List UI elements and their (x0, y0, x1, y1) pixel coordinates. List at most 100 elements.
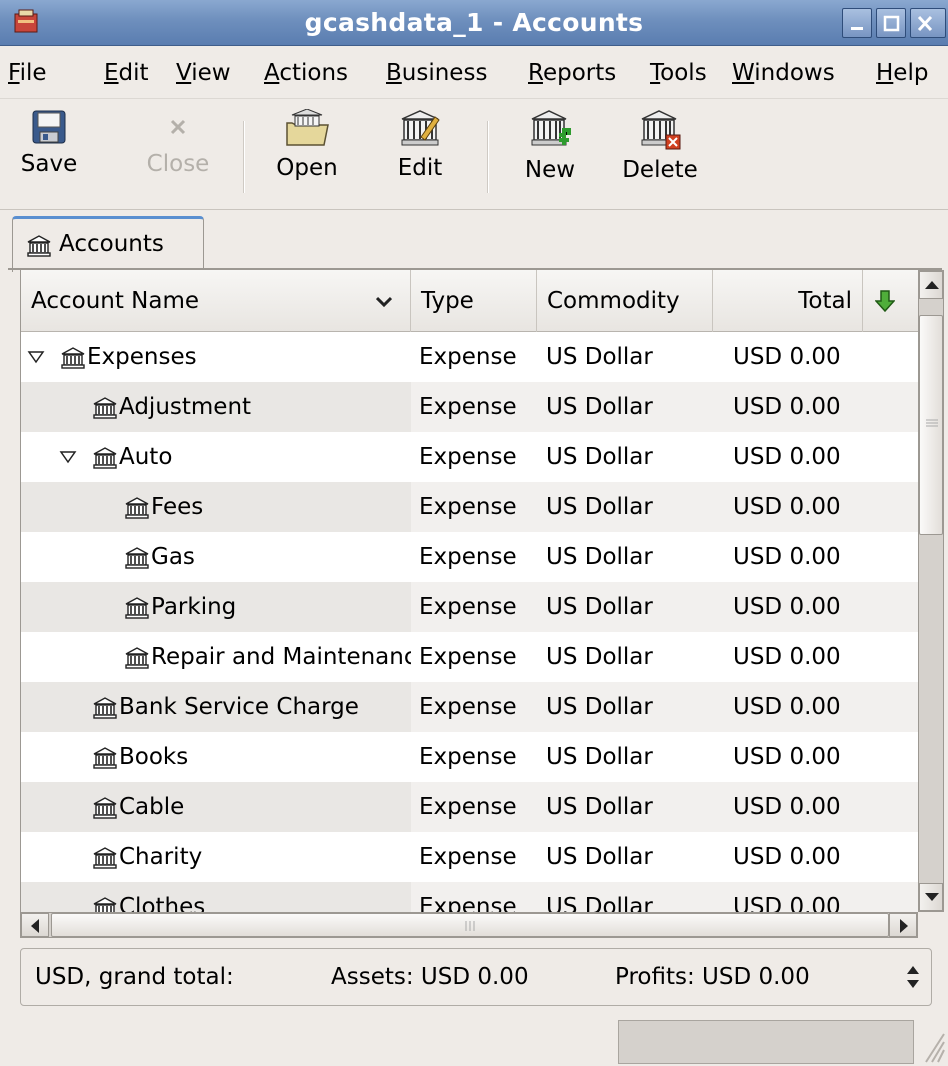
account-name-cell: Repair and Maintenance (21, 632, 411, 682)
vertical-scroll-thumb[interactable] (919, 315, 943, 535)
menu-label-rest: ile (19, 60, 47, 86)
account-commodity: US Dollar (546, 594, 653, 620)
summary-bar[interactable]: USD, grand total: Assets: USD 0.00 Profi… (20, 948, 932, 1006)
minimize-button[interactable] (842, 8, 872, 38)
menu-label-rest: indows (754, 60, 835, 86)
account-icon (93, 747, 117, 769)
table-row[interactable]: Clothes Expense US Dollar USD 0.00 (21, 882, 918, 912)
column-header-total[interactable]: Total (713, 270, 863, 332)
account-commodity: US Dollar (546, 444, 653, 470)
horizontal-scrollbar[interactable] (20, 912, 918, 938)
table-row[interactable]: Bank Service Charge Expense US Dollar USD 0… (21, 682, 918, 732)
menu-view[interactable]: View (176, 60, 231, 86)
account-total: USD 0.00 (733, 644, 841, 670)
menu-label-rest: ools (660, 60, 707, 86)
close-button[interactable]: Close (140, 109, 216, 205)
account-name-cell: Fees (21, 482, 411, 532)
account-details-cell: Expense US Dollar USD 0.00 (411, 732, 918, 782)
table-row[interactable]: Gas Expense US Dollar USD 0.00 (21, 532, 918, 582)
tab-accounts-label: Accounts (59, 231, 164, 257)
menu-help[interactable]: Help (876, 60, 928, 86)
menu-windows[interactable]: Windows (732, 60, 835, 86)
column-commodity-label: Commodity (547, 288, 680, 314)
account-tree[interactable]: Account Name Type Commodity Total Expens… (20, 270, 918, 912)
menu-label-rest: iew (191, 60, 231, 86)
spin-updown-icon[interactable] (905, 963, 921, 991)
column-header-commodity[interactable]: Commodity (537, 270, 713, 332)
account-type: Expense (419, 544, 517, 570)
tab-accounts[interactable]: Accounts (12, 216, 204, 272)
account-type: Expense (419, 444, 517, 470)
grip-icon (926, 419, 938, 427)
account-details-cell: Expense US Dollar USD 0.00 (411, 832, 918, 882)
account-details-cell: Expense US Dollar USD 0.00 (411, 532, 918, 582)
account-total: USD 0.00 (733, 594, 841, 620)
account-icon (125, 597, 149, 619)
account-name: Clothes (119, 894, 206, 912)
account-icon (93, 897, 117, 912)
edit-button[interactable]: Edit (380, 109, 460, 205)
grip-icon (465, 921, 475, 931)
menu-mnemonic: F (8, 60, 20, 86)
menu-mnemonic: W (732, 60, 755, 86)
open-button[interactable]: Open (262, 109, 352, 205)
save-button[interactable]: Save (14, 109, 84, 205)
expander-triangle-icon[interactable] (27, 350, 45, 364)
scroll-up-button[interactable] (919, 271, 943, 299)
menu-edit[interactable]: Edit (104, 60, 149, 86)
table-row[interactable]: Repair and Maintenance Expense US Dollar US… (21, 632, 918, 682)
account-name-cell: Expenses (21, 332, 411, 382)
open-account-icon (286, 109, 329, 146)
menu-tools[interactable]: Tools (650, 60, 707, 86)
maximize-button[interactable] (876, 8, 906, 38)
vertical-scrollbar[interactable] (918, 270, 944, 912)
scroll-down-button[interactable] (919, 883, 943, 911)
table-row[interactable]: Parking Expense US Dollar USD 0.00 (21, 582, 918, 632)
edit-label: Edit (397, 155, 443, 181)
account-name-cell: Cable (21, 782, 411, 832)
table-row[interactable]: Adjustment Expense US Dollar USD 0.00 (21, 382, 918, 432)
menu-actions[interactable]: Actions (264, 60, 348, 86)
account-name: Cable (119, 794, 185, 820)
toolbar-separator (487, 121, 489, 193)
table-row[interactable]: Auto Expense US Dollar USD 0.00 (21, 432, 918, 482)
menu-reports[interactable]: Reports (528, 60, 616, 86)
table-row[interactable]: Fees Expense US Dollar USD 0.00 (21, 482, 918, 532)
menu-file[interactable]: File (8, 60, 47, 86)
account-type: Expense (419, 894, 517, 912)
delete-account-button[interactable]: Delete (614, 109, 706, 205)
resize-grip-icon[interactable] (920, 1024, 946, 1064)
window-titlebar[interactable]: gcashdata_1 - Accounts (0, 0, 948, 46)
expander-triangle-icon[interactable] (59, 450, 77, 464)
menu-business[interactable]: Business (386, 60, 487, 86)
account-details-cell: Expense US Dollar USD 0.00 (411, 882, 918, 912)
scroll-left-button[interactable] (21, 913, 49, 937)
save-label: Save (20, 151, 78, 177)
column-selector-button[interactable] (863, 270, 918, 332)
horizontal-scroll-thumb[interactable] (51, 913, 889, 937)
chevron-down-icon (376, 296, 392, 308)
account-total: USD 0.00 (733, 394, 841, 420)
menu-mnemonic: E (104, 60, 119, 86)
close-window-button[interactable] (910, 8, 946, 38)
menu-label-rest: dit (118, 60, 149, 86)
menu-label-rest: usiness (401, 60, 488, 86)
summary-label: USD, grand total: (35, 964, 234, 990)
maximize-icon (883, 15, 900, 32)
column-header-account-name[interactable]: Account Name (21, 270, 411, 332)
account-commodity: US Dollar (546, 394, 653, 420)
menu-mnemonic: T (650, 60, 661, 86)
column-account-name-label: Account Name (31, 288, 200, 314)
table-row[interactable]: Charity Expense US Dollar USD 0.00 (21, 832, 918, 882)
new-account-button[interactable]: New (512, 109, 588, 205)
new-label: New (524, 157, 576, 183)
column-header-type[interactable]: Type (411, 270, 537, 332)
account-icon (93, 447, 117, 469)
account-icon (125, 547, 149, 569)
table-row[interactable]: Expenses Expense US Dollar USD 0.00 (21, 332, 918, 382)
table-row[interactable]: Books Expense US Dollar USD 0.00 (21, 732, 918, 782)
table-row[interactable]: Cable Expense US Dollar USD 0.00 (21, 782, 918, 832)
scroll-right-button[interactable] (889, 913, 917, 937)
account-commodity: US Dollar (546, 544, 653, 570)
account-name: Gas (151, 544, 195, 570)
